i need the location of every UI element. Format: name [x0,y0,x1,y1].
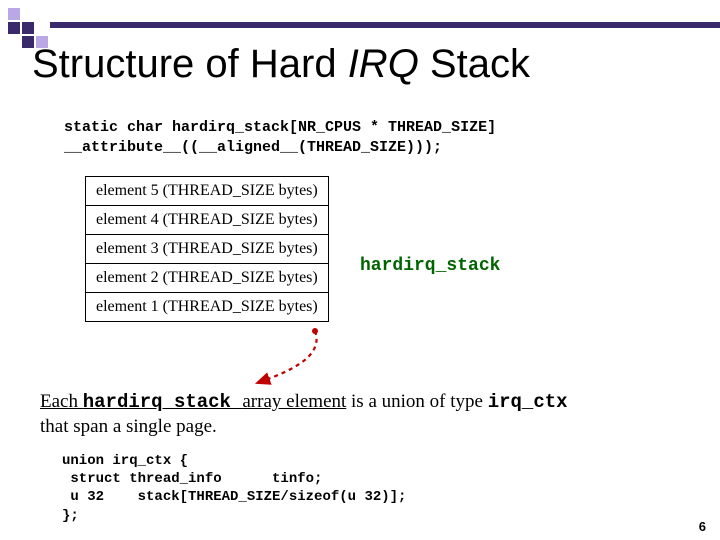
union-l2: struct thread_info tinfo; [62,471,322,487]
explain-code-1: hardirq_stack [83,391,243,413]
table-row: element 3 (THREAD_SIZE bytes) [86,235,329,264]
union-l4: }; [62,508,79,524]
table-row: element 1 (THREAD_SIZE bytes) [86,293,329,322]
title-text-ital: IRQ [348,42,419,86]
union-code-block: union irq_ctx { struct thread_info tinfo… [62,452,406,525]
table-row: element 4 (THREAD_SIZE bytes) [86,206,329,235]
stack-array-label: hardirq_stack [360,256,500,276]
explanation-paragraph: Each hardirq_stack array element is a un… [40,390,680,439]
table-row: element 2 (THREAD_SIZE bytes) [86,264,329,293]
slide-title: Structure of Hard IRQ Stack [32,42,530,87]
explain-tail: that span a single page. [40,416,217,437]
explain-code-2: irq_ctx [488,391,568,413]
declaration-code: static char hardirq_stack[NR_CPUS * THRE… [64,118,496,159]
header-accent-bar [50,22,720,28]
stack-diagram-table: element 5 (THREAD_SIZE bytes) element 4 … [85,176,329,322]
union-l1: union irq_ctx { [62,453,188,469]
explain-mid2: is a union of type [346,391,487,412]
explain-lead: Each [40,391,83,412]
explain-mid-underlined: array element [242,391,346,412]
curved-arrow-icon [245,328,355,388]
union-l3: u 32 stack[THREAD_SIZE/sizeof(u 32)]; [62,489,406,505]
decl-line-1: static char hardirq_stack[NR_CPUS * THRE… [64,119,496,136]
page-number: 6 [699,519,706,534]
title-text-post: Stack [419,42,530,86]
decl-line-2: __attribute__((__aligned__(THREAD_SIZE))… [64,139,442,156]
table-row: element 5 (THREAD_SIZE bytes) [86,177,329,206]
title-text-pre: Structure of Hard [32,42,348,86]
